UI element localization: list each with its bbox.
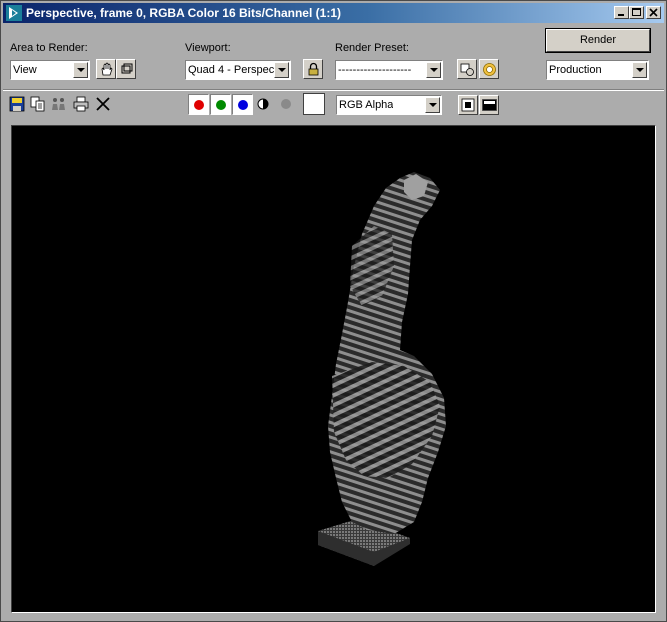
render-button[interactable]: Render	[545, 28, 651, 53]
render-preset-label: Render Preset:	[335, 42, 409, 54]
lock-viewport-button[interactable]	[303, 59, 323, 79]
render-setup-button[interactable]	[457, 59, 477, 79]
viewport-label: Viewport:	[185, 42, 231, 54]
display-mode-button[interactable]	[479, 95, 499, 115]
blue-channel-icon	[238, 100, 248, 110]
green-channel-icon	[216, 100, 226, 110]
display-channel-dropdown[interactable]: RGB Alpha	[336, 95, 442, 115]
copy-icon[interactable]	[30, 96, 46, 112]
minimize-icon	[618, 14, 624, 16]
hand-icon	[101, 62, 113, 76]
chevron-down-icon[interactable]	[632, 62, 647, 78]
chevron-down-icon[interactable]	[274, 62, 289, 78]
area-to-render-dropdown[interactable]: View	[10, 60, 90, 80]
chevron-down-icon[interactable]	[425, 97, 440, 113]
app-icon	[6, 5, 22, 21]
print-icon[interactable]	[73, 96, 89, 112]
monochrome-icon[interactable]	[280, 98, 292, 110]
teapot-icon	[483, 63, 496, 76]
viewport-dropdown[interactable]: Quad 4 - Perspective	[185, 60, 291, 80]
region-icon	[121, 63, 133, 74]
clone-icon[interactable]	[51, 96, 67, 112]
vfb-overlay-button[interactable]	[458, 95, 478, 115]
minimize-button[interactable]	[614, 6, 629, 19]
maximize-icon	[632, 8, 641, 16]
chevron-down-icon[interactable]	[426, 62, 441, 78]
auto-region-button[interactable]	[116, 59, 136, 79]
render-preset-value: --------------------	[338, 64, 412, 76]
statue-render	[318, 172, 446, 566]
render-mode-dropdown[interactable]: Production	[546, 60, 649, 80]
maximize-button[interactable]	[629, 6, 644, 19]
divider	[3, 89, 664, 91]
overlay-icon	[461, 98, 475, 112]
display-icon	[482, 99, 497, 111]
edit-region-button[interactable]	[96, 59, 116, 79]
lock-icon	[308, 62, 319, 76]
alpha-channel-icon[interactable]	[257, 98, 269, 110]
area-to-render-value: View	[13, 64, 37, 76]
title-bar[interactable]: Perspective, frame 0, RGBA Color 16 Bits…	[3, 3, 664, 23]
viewport-value: Quad 4 - Perspective	[188, 64, 274, 76]
red-channel-icon	[194, 100, 204, 110]
save-icon[interactable]	[9, 96, 25, 112]
blue-channel-toggle[interactable]	[232, 94, 253, 115]
clear-icon[interactable]	[95, 96, 111, 112]
render-preset-dropdown[interactable]: --------------------	[335, 60, 443, 80]
render-frame-window: Perspective, frame 0, RGBA Color 16 Bits…	[0, 0, 667, 622]
green-channel-toggle[interactable]	[210, 94, 231, 115]
color-swatch[interactable]	[303, 93, 325, 115]
area-to-render-label: Area to Render:	[10, 42, 88, 54]
chevron-down-icon[interactable]	[73, 62, 88, 78]
red-channel-toggle[interactable]	[188, 94, 209, 115]
environment-effects-button[interactable]	[479, 59, 499, 79]
close-icon	[649, 8, 658, 17]
window-title: Perspective, frame 0, RGBA Color 16 Bits…	[26, 6, 341, 20]
render-mode-value: Production	[549, 64, 602, 76]
display-channel-value: RGB Alpha	[339, 99, 394, 111]
render-viewport[interactable]	[11, 125, 656, 613]
render-setup-icon	[460, 63, 474, 76]
close-button[interactable]	[646, 6, 661, 19]
